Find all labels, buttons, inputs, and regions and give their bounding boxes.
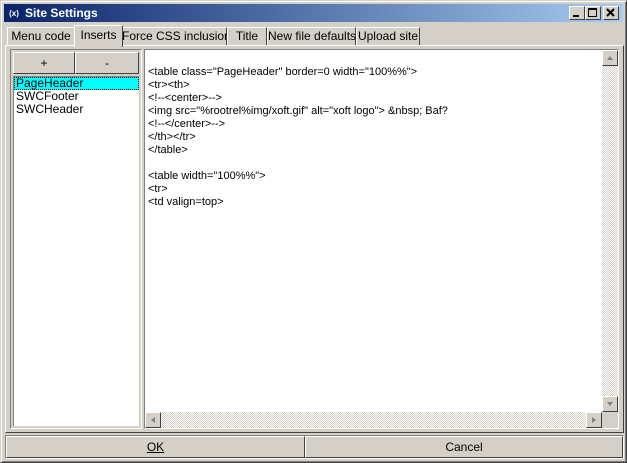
- inserts-panel: + - PageHeader SWCFooter SWCHeader <tabl…: [5, 45, 624, 433]
- tab-force-css-inclusion[interactable]: Force CSS inclusion: [121, 27, 231, 45]
- site-settings-window: (x) Site Settings Menu code Inserts Forc…: [0, 0, 627, 463]
- minimize-button[interactable]: [569, 6, 585, 20]
- dialog-buttons: OK Cancel: [5, 435, 624, 459]
- xoft-app-icon: (x): [6, 6, 22, 20]
- insert-code-editor[interactable]: <table class="PageHeader" border=0 width…: [144, 49, 619, 429]
- arrow-down-icon: [607, 402, 613, 406]
- insert-code-text[interactable]: <table class="PageHeader" border=0 width…: [148, 66, 596, 209]
- list-item-swcheader[interactable]: SWCHeader: [14, 103, 139, 116]
- arrow-up-icon: [607, 56, 613, 60]
- scroll-right-button[interactable]: [586, 412, 602, 428]
- horizontal-scrollbar[interactable]: [145, 412, 602, 428]
- tab-label: New file defaults: [268, 29, 357, 43]
- cancel-button[interactable]: Cancel: [305, 436, 623, 458]
- tab-label: Title: [235, 29, 259, 43]
- maximize-icon: [588, 8, 597, 17]
- tab-label: Menu code: [11, 29, 71, 43]
- arrow-left-icon: [151, 417, 155, 423]
- scroll-down-button[interactable]: [602, 396, 618, 412]
- inserts-list[interactable]: PageHeader SWCFooter SWCHeader: [13, 76, 139, 426]
- svg-text:(x): (x): [9, 9, 19, 18]
- maximize-button[interactable]: [585, 6, 601, 20]
- ok-button[interactable]: OK: [6, 436, 305, 458]
- minimize-icon: [573, 15, 579, 17]
- tab-inserts[interactable]: Inserts: [74, 25, 123, 47]
- scroll-left-button[interactable]: [145, 412, 161, 428]
- tab-new-file-defaults[interactable]: New file defaults: [267, 27, 356, 45]
- inserts-sidebar: + - PageHeader SWCFooter SWCHeader: [10, 49, 142, 429]
- tab-label: Upload site: [357, 29, 419, 43]
- vertical-scrollbar[interactable]: [602, 50, 618, 412]
- title-bar[interactable]: (x) Site Settings: [4, 4, 623, 22]
- ok-label: OK: [146, 440, 165, 454]
- close-icon: [606, 8, 615, 17]
- tab-label: Inserts: [80, 28, 117, 42]
- arrow-right-icon: [592, 417, 596, 423]
- tab-upload-site[interactable]: Upload site: [356, 27, 420, 45]
- tab-title[interactable]: Title: [227, 27, 267, 45]
- cancel-label: Cancel: [445, 440, 483, 454]
- scroll-up-button[interactable]: [602, 50, 618, 66]
- remove-insert-button[interactable]: -: [75, 52, 139, 74]
- scrollbar-corner: [602, 412, 618, 428]
- window-title: Site Settings: [25, 6, 98, 20]
- close-button[interactable]: [603, 6, 619, 20]
- tab-label: Force CSS inclusion: [122, 29, 231, 43]
- add-insert-button[interactable]: +: [13, 52, 75, 74]
- tab-menu-code[interactable]: Menu code: [7, 27, 75, 45]
